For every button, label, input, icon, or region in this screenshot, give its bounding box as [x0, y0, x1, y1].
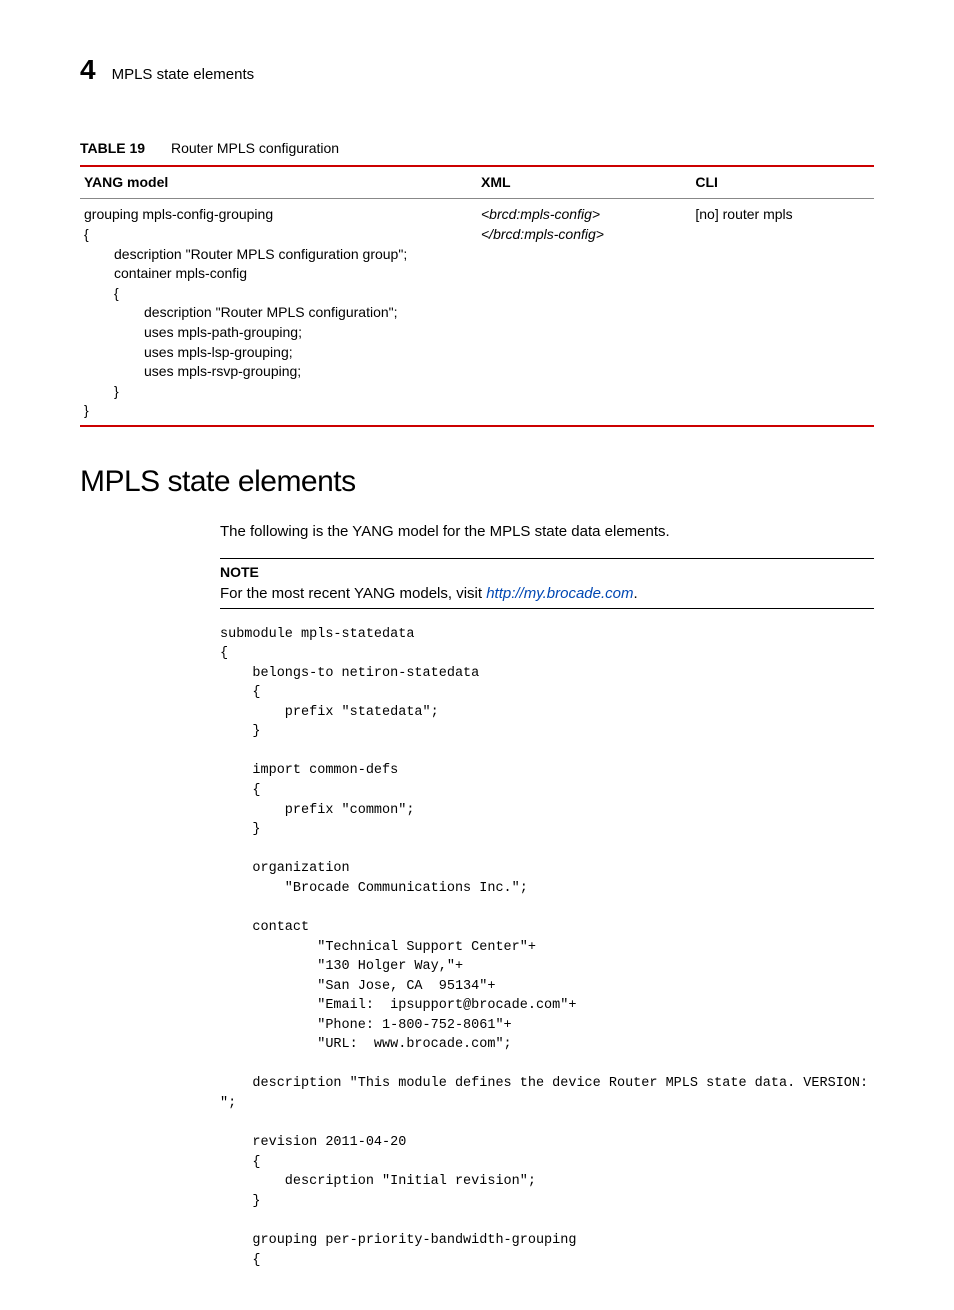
chapter-number: 4	[80, 50, 96, 89]
note-suffix: .	[634, 585, 638, 602]
col-header-yang: YANG model	[80, 166, 477, 199]
table-title: Router MPLS configuration	[171, 140, 339, 156]
yang-line: description "Router MPLS configuration";	[144, 303, 473, 323]
table-caption: TABLE 19 Router MPLS configuration	[80, 139, 874, 159]
yang-model-cell: grouping mpls-config-grouping { descript…	[84, 205, 473, 421]
col-header-cli: CLI	[691, 166, 874, 199]
section-intro: The following is the YANG model for the …	[220, 521, 874, 542]
xml-cell: <brcd:mpls-config> </brcd:mpls-config>	[481, 205, 687, 244]
yang-line: }	[114, 382, 473, 402]
note-label: NOTE	[220, 563, 874, 583]
yang-line: {	[84, 225, 473, 245]
note-box: NOTE For the most recent YANG models, vi…	[220, 558, 874, 609]
xml-line: <brcd:mpls-config>	[481, 205, 687, 225]
yang-line: container mpls-config	[114, 264, 473, 284]
running-header: 4 MPLS state elements	[80, 50, 874, 89]
cli-cell: [no] router mpls	[691, 199, 874, 426]
note-text: For the most recent YANG models, visit h…	[220, 583, 874, 604]
yang-line: uses mpls-path-grouping;	[144, 323, 473, 343]
table-label: TABLE 19	[80, 140, 145, 156]
yang-line: {	[114, 284, 473, 304]
col-header-xml: XML	[477, 166, 691, 199]
chapter-title: MPLS state elements	[112, 64, 255, 85]
yang-line: uses mpls-rsvp-grouping;	[144, 362, 473, 382]
note-prefix: For the most recent YANG models, visit	[220, 585, 486, 602]
section-heading: MPLS state elements	[80, 461, 874, 503]
xml-line: </brcd:mpls-config>	[481, 225, 687, 245]
note-link[interactable]: http://my.brocade.com	[486, 585, 633, 602]
config-table: YANG model XML CLI grouping mpls-config-…	[80, 165, 874, 427]
yang-line: }	[84, 401, 473, 421]
yang-code-block: submodule mpls-statedata { belongs-to ne…	[220, 625, 874, 1271]
table-row: grouping mpls-config-grouping { descript…	[80, 199, 874, 426]
yang-line: uses mpls-lsp-grouping;	[144, 343, 473, 363]
yang-line: description "Router MPLS configuration g…	[114, 245, 473, 265]
yang-line: grouping mpls-config-grouping	[84, 205, 473, 225]
